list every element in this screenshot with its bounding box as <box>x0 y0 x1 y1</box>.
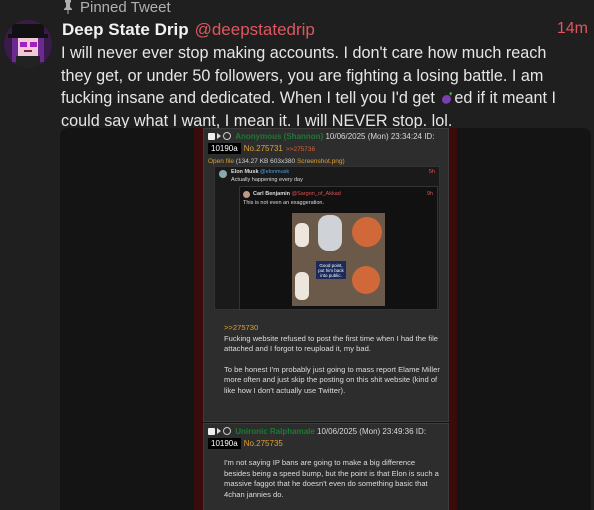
embed-outer-header: Elon Musk @elonmusk <box>231 169 290 175</box>
timestamp[interactable]: 14m <box>557 20 588 38</box>
user-handle[interactable]: @deepstatedrip <box>195 20 315 39</box>
media-border-left <box>194 128 203 510</box>
tweet-text: I will never ever stop making accounts. … <box>61 44 557 130</box>
post-datetime: 10/06/2025 (Mon) 23:34:24 ID: <box>325 132 435 141</box>
elon-avatar <box>219 170 227 178</box>
poster-name: Anonymous (Shannon) <box>235 132 324 141</box>
post-body: I'm not saying IP bans are going to make… <box>224 458 439 499</box>
eggplant-icon <box>442 91 453 104</box>
carl-avatar <box>243 191 250 198</box>
poster-id: 10190a <box>208 143 241 154</box>
checkbox-icon <box>208 428 215 435</box>
avatar[interactable] <box>4 20 52 68</box>
no-sign-icon <box>223 427 231 435</box>
embed-quoted-tweet: Carl Benjamin @Sargon_of_Akkad 9h This i… <box>239 186 438 310</box>
backlink: >>275736 <box>285 146 316 153</box>
post-number: No.275735 <box>243 439 283 448</box>
pinned-indicator: Pinned Tweet <box>62 0 171 16</box>
media-border-right <box>448 128 457 510</box>
post-body-paragraph-1: Fucking website refused to post the firs… <box>224 333 439 354</box>
triangle-icon <box>217 428 221 434</box>
pinned-label: Pinned Tweet <box>80 0 171 16</box>
post-number: No.275731 <box>243 144 283 153</box>
quote-link: >>275730 <box>224 323 259 332</box>
checkbox-icon <box>208 133 215 140</box>
file-info: Open file (134.27 KB 603x380 Screenshot.… <box>208 158 345 165</box>
embed-inner-header: Carl Benjamin @Sargon_of_Akkad <box>253 191 341 197</box>
tweet-header: Deep State Drip @deepstatedrip 14m <box>62 20 590 42</box>
poster-name: Unironic Ralphamale <box>235 427 315 436</box>
pin-icon <box>64 0 72 14</box>
embed-inner-text: This is not even an exaggeration. <box>243 200 325 206</box>
imageboard-post-1: Anonymous (Shannon) 10/06/2025 (Mon) 23:… <box>203 128 449 422</box>
post-header: Anonymous (Shannon) 10/06/2025 (Mon) 23:… <box>204 129 448 158</box>
post-datetime: 10/06/2025 (Mon) 23:49:36 ID: <box>317 427 427 436</box>
avatar-image <box>4 20 52 68</box>
triangle-icon <box>217 133 221 139</box>
embed-outer-text: Actually happening every day <box>231 177 303 183</box>
poster-id: 10190a <box>208 438 241 449</box>
no-sign-icon <box>223 132 231 140</box>
embed-inner-time: 9h <box>426 191 433 197</box>
embedded-screenshot: Elon Musk @elonmusk 5h Actually happenin… <box>214 166 440 310</box>
post-body-paragraph-2: To be honest I'm probably just going to … <box>224 364 440 395</box>
embed-outer-time: 5h <box>428 169 435 175</box>
post-body: >>275730 Fucking website refused to post… <box>204 317 448 402</box>
display-name[interactable]: Deep State Drip <box>62 20 189 39</box>
tweet-media-image[interactable]: Anonymous (Shannon) 10/06/2025 (Mon) 23:… <box>60 128 591 510</box>
comic-panel-bottom: Good point, put him back into public. <box>292 258 385 306</box>
post-header: Unironic Ralphamale 10/06/2025 (Mon) 23:… <box>204 424 448 452</box>
comic-panel-top <box>292 213 385 258</box>
imageboard-post-2: Unironic Ralphamale 10/06/2025 (Mon) 23:… <box>203 423 449 510</box>
